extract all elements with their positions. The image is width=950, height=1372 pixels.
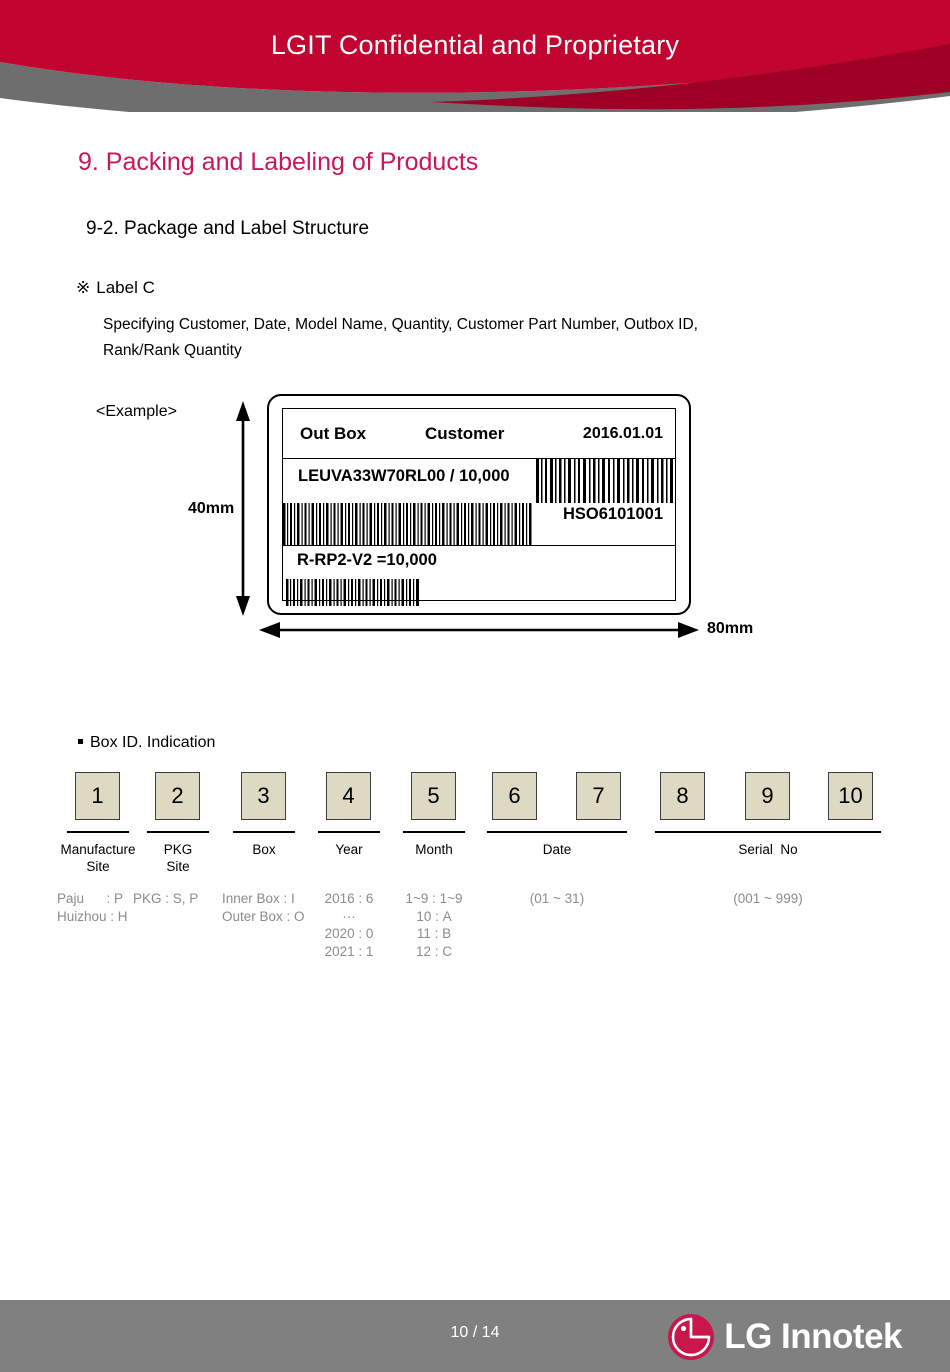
- group-rule-serial-no: [655, 831, 881, 833]
- group-rule-month: [403, 831, 465, 833]
- box-id-digit-9: 9: [745, 772, 790, 820]
- label-date-text: 2016.01.01: [582, 424, 663, 442]
- brand-name: LG Innotek: [724, 1317, 902, 1356]
- group-detail-pkg-site: PKG : S, P: [133, 891, 199, 906]
- label-row-model: LEUVA33W70RL00 / 10,000 HSO6101001: [283, 459, 675, 546]
- label-c-heading-text: Label C: [96, 278, 155, 297]
- box-id-digit-10: 10: [828, 772, 873, 820]
- box-id-digit-3: 3: [241, 772, 286, 820]
- barcode-rank-quantity: [286, 579, 421, 606]
- box-id-heading-text: Box ID. Indication: [90, 734, 216, 751]
- label-model-quantity-text: LEUVA33W70RL00 / 10,000: [298, 467, 510, 485]
- label-example-card: Out Box Customer 2016.01.01 LEUVA33W70RL…: [267, 394, 691, 615]
- box-id-digit-1: 1: [75, 772, 120, 820]
- group-detail-manufacture-site: Paju : P Huizhou : H: [57, 891, 128, 924]
- example-tag: <Example>: [96, 403, 177, 420]
- page-title: 9. Packing and Labeling of Products: [78, 148, 479, 176]
- label-rank-quantity-text: R-RP2-V2 =10,000: [297, 551, 437, 569]
- label-c-description-line-2: Rank/Rank Quantity: [103, 342, 242, 359]
- box-id-digit-8: 8: [660, 772, 705, 820]
- box-id-digit-2: 2: [155, 772, 200, 820]
- label-c-description: Specifying Customer, Date, Model Name, Q…: [103, 312, 823, 364]
- label-outbox-id-text: HSO6101001: [563, 505, 663, 523]
- box-id-digit-5: 5: [411, 772, 456, 820]
- group-rule-pkg-site: [147, 831, 209, 833]
- header-banner: LGIT Confidential and Proprietary: [0, 0, 950, 112]
- footer-bar: 10 / 14 LG Innotek: [0, 1300, 950, 1372]
- barcode-outbox-id: [535, 459, 675, 503]
- barcode-model-quantity: [283, 503, 533, 545]
- group-rule-manufacture-site: [67, 831, 129, 833]
- group-label-pkg-site: PKG Site: [163, 842, 193, 874]
- box-id-heading: Box ID. Indication: [78, 734, 215, 752]
- group-label-month: Month: [415, 842, 453, 857]
- label-c-heading: ※ Label C: [76, 278, 155, 298]
- width-dimension-label: 80mm: [707, 620, 754, 637]
- box-id-digit-6: 6: [492, 772, 537, 820]
- group-rule-date: [487, 831, 627, 833]
- reference-mark-icon: ※: [76, 278, 91, 297]
- label-out-box-text: Out Box: [300, 423, 367, 443]
- group-label-date: Date: [542, 842, 572, 857]
- label-row-header: Out Box Customer 2016.01.01: [283, 409, 675, 459]
- box-id-digit-7: 7: [576, 772, 621, 820]
- label-inner-frame: Out Box Customer 2016.01.01 LEUVA33W70RL…: [282, 408, 676, 606]
- label-customer-text: Customer: [425, 423, 505, 443]
- group-detail-month: 1~9 : 1~9 10 : A 11 : B 12 : C: [405, 891, 463, 959]
- group-label-serial-no: Serial No: [738, 842, 798, 857]
- page-subtitle: 9-2. Package and Label Structure: [86, 218, 370, 239]
- group-rule-year: [318, 831, 380, 833]
- group-detail-box: Inner Box : I Outer Box : O: [222, 891, 305, 924]
- box-id-digit-4: 4: [326, 772, 371, 820]
- group-rule-box: [233, 831, 295, 833]
- bullet-square-icon: [78, 739, 83, 745]
- group-detail-date: (01 ~ 31): [529, 891, 585, 906]
- group-detail-serial-no: (001 ~ 999): [733, 891, 803, 906]
- brand-logo: LG Innotek: [667, 1313, 902, 1361]
- height-dimension-label: 40mm: [188, 500, 235, 517]
- lg-circle-icon: [668, 1314, 715, 1360]
- label-row-rank: R-RP2-V2 =10,000: [283, 546, 675, 606]
- label-c-description-line-1: Specifying Customer, Date, Model Name, Q…: [103, 316, 698, 333]
- header-title: LGIT Confidential and Proprietary: [270, 30, 680, 60]
